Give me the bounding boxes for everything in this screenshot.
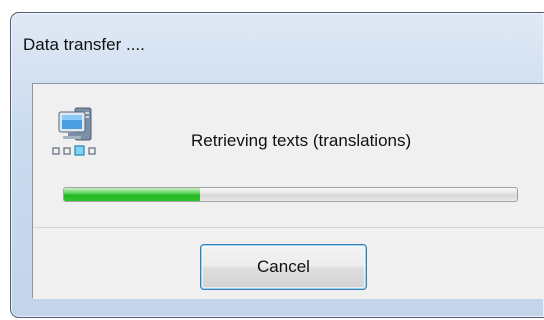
data-transfer-dialog: Data transfer .... Retrieving texts (tra…: [10, 12, 544, 318]
computer-network-icon: [52, 107, 96, 156]
progress-bar-fill: [64, 188, 200, 201]
dialog-client-area: Retrieving texts (translations) Cancel: [32, 83, 544, 299]
cancel-button[interactable]: Cancel: [200, 244, 367, 290]
window-title: Data transfer ....: [23, 35, 145, 54]
stage: Data transfer .... Retrieving texts (tra…: [0, 0, 544, 320]
dialog-content: Retrieving texts (translations): [33, 84, 544, 228]
progress-bar: [63, 187, 518, 202]
status-message: Retrieving texts (translations): [191, 131, 412, 150]
dialog-footer: Cancel: [33, 229, 544, 299]
